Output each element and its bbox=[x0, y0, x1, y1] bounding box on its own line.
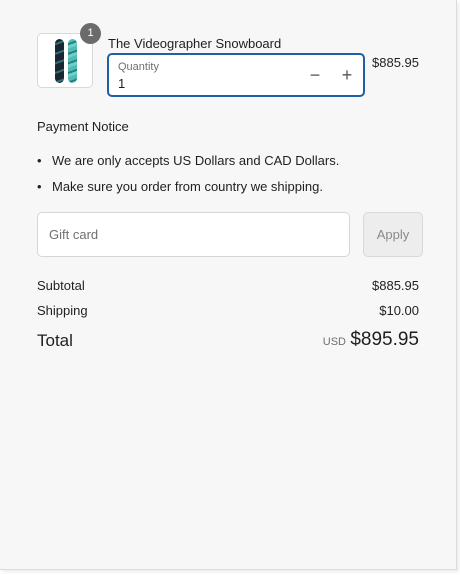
line-item-price: $885.95 bbox=[372, 55, 419, 70]
list-item: • We are only accepts US Dollars and CAD … bbox=[37, 152, 339, 178]
subtotal-label: Subtotal bbox=[37, 278, 85, 293]
quantity-label: Quantity bbox=[118, 61, 159, 73]
payment-notice-title: Payment Notice bbox=[37, 119, 129, 134]
total-label: Total bbox=[37, 331, 73, 350]
notice-text: We are only accepts US Dollars and CAD D… bbox=[52, 153, 340, 168]
quantity-badge: 1 bbox=[80, 23, 101, 44]
subtotal-value: $885.95 bbox=[372, 278, 419, 293]
list-item: • Make sure you order from country we shi… bbox=[37, 178, 339, 204]
apply-gift-card-button[interactable]: Apply bbox=[363, 212, 423, 257]
bullet: • bbox=[37, 153, 42, 168]
payment-notice-list: • We are only accepts US Dollars and CAD … bbox=[37, 152, 339, 204]
bullet: • bbox=[37, 179, 42, 194]
product-title: The Videographer Snowboard bbox=[108, 36, 282, 51]
decrease-quantity-button[interactable]: − bbox=[303, 63, 327, 87]
quantity-value[interactable]: 1 bbox=[118, 76, 125, 91]
increase-quantity-button[interactable]: + bbox=[335, 63, 359, 87]
snowboard-teal-image bbox=[68, 39, 77, 83]
shipping-label: Shipping bbox=[37, 303, 88, 318]
quantity-stepper[interactable]: Quantity 1 − + bbox=[107, 53, 365, 97]
shipping-value: $10.00 bbox=[379, 303, 419, 318]
currency-code: USD bbox=[322, 336, 346, 348]
notice-text: Make sure you order from country we ship… bbox=[52, 179, 323, 194]
order-summary-panel: 1 The Videographer Snowboard Quantity 1 … bbox=[0, 0, 457, 570]
total-value: $895.95 bbox=[350, 329, 419, 350]
snowboard-dark-image bbox=[55, 39, 64, 83]
gift-card-input[interactable] bbox=[37, 212, 350, 257]
